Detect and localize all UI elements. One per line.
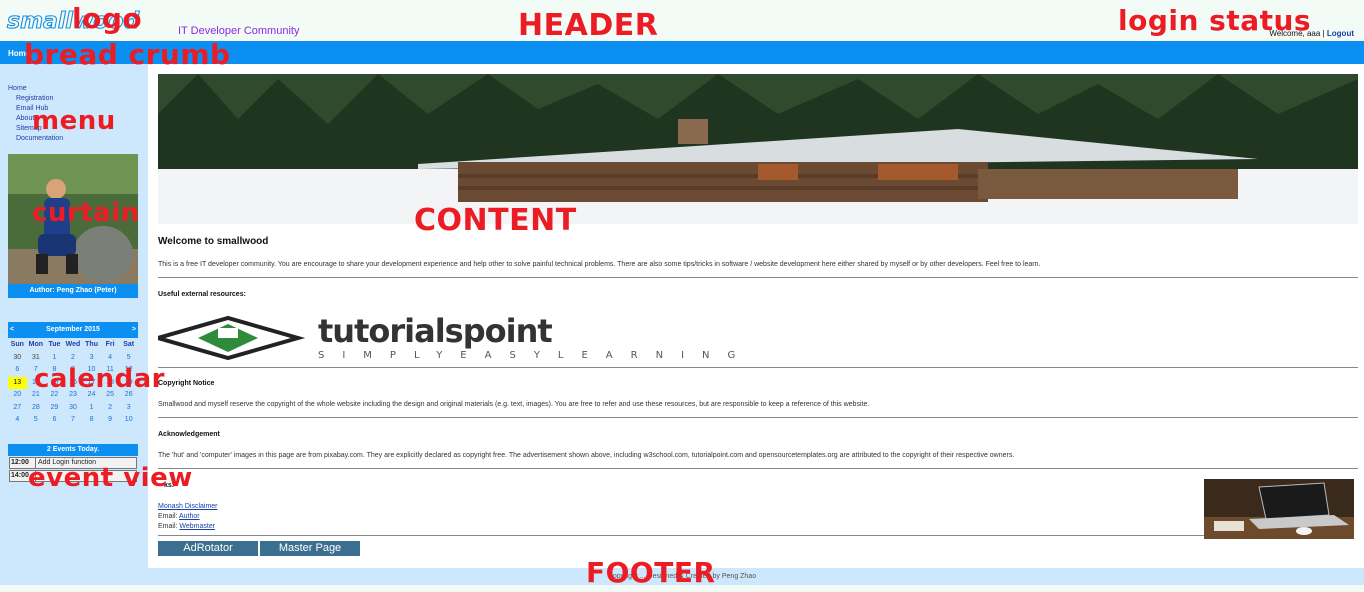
- tp-logo-text: tutorialspoint: [318, 314, 552, 350]
- calendar-day[interactable]: 27: [8, 402, 27, 415]
- calendar-header: < September 2015 >: [8, 322, 138, 338]
- calendar-day[interactable]: 1: [82, 402, 101, 415]
- calendar-day[interactable]: 1: [45, 352, 64, 365]
- calendar-dow: Sun: [10, 341, 24, 348]
- monash-disclaimer-link[interactable]: Monash Disclaimer: [158, 503, 218, 510]
- divider: [158, 367, 1358, 368]
- calendar-dow: Tue: [48, 341, 61, 348]
- divider: [158, 468, 1358, 469]
- calendar-day-today[interactable]: 13: [8, 376, 27, 389]
- calendar-dow: Mon: [28, 341, 44, 348]
- annotation-content: CONTENT: [414, 203, 577, 238]
- calendar-dow: Sat: [123, 341, 135, 348]
- annotation-menu: menu: [32, 106, 116, 136]
- calendar-day[interactable]: 3: [119, 402, 138, 415]
- annotation-curtain: curtain: [32, 198, 140, 228]
- annotation-login-status: login status: [1118, 4, 1312, 37]
- logout-link[interactable]: Logout: [1327, 29, 1354, 38]
- links-list: Monash Disclaimer Email: Author Email: W…: [158, 502, 218, 532]
- tp-tagline: SIMPLYEASYLEARNING: [318, 350, 753, 361]
- calendar-next-button[interactable]: >: [132, 322, 136, 338]
- divider: [158, 277, 1358, 278]
- copyright-text: Smallwood and myself reserve the copyrig…: [158, 401, 870, 408]
- acknowledgement-heading: Acknowledgement: [158, 431, 220, 438]
- calendar-day[interactable]: 8: [82, 414, 101, 427]
- calendar-day[interactable]: 30: [8, 352, 27, 365]
- main-content: Welcome to smallwood This is a free IT d…: [148, 64, 1364, 568]
- author-email-link[interactable]: Author: [179, 513, 200, 520]
- calendar-day[interactable]: 4: [101, 352, 120, 365]
- email-label: Email:: [158, 523, 178, 530]
- intro-text: This is a free IT developer community. Y…: [158, 261, 1041, 268]
- laptop-image: [1204, 479, 1354, 539]
- calendar-day[interactable]: 30: [64, 402, 83, 415]
- master-page-button[interactable]: Master Page: [260, 541, 360, 556]
- calendar-day[interactable]: 3: [82, 352, 101, 365]
- annotation-footer: FOOTER: [586, 556, 716, 589]
- login-separator: |: [1322, 29, 1325, 38]
- annotation-event-view: event view: [28, 463, 193, 493]
- calendar-dow: Thu: [85, 341, 98, 348]
- hut-banner-image: [158, 74, 1358, 224]
- calendar-day[interactable]: 31: [27, 352, 46, 365]
- annotation-breadcrumb: bread crumb: [24, 38, 231, 71]
- divider: [158, 535, 1204, 536]
- copyright-heading: Copyright Notice: [158, 380, 215, 387]
- calendar-day[interactable]: 2: [64, 352, 83, 365]
- resources-heading: Useful external resources:: [158, 291, 246, 298]
- tutorialspoint-ad[interactable]: tutorialspoint SIMPLYEASYLEARNING: [158, 314, 878, 362]
- calendar-month-title: September 2015: [46, 326, 100, 333]
- webmaster-email-link[interactable]: Webmaster: [179, 523, 215, 530]
- welcome-heading: Welcome to smallwood: [158, 236, 269, 247]
- calendar-day[interactable]: 4: [8, 414, 27, 427]
- menu-item-registration[interactable]: Registration: [8, 94, 63, 104]
- menu-item-home[interactable]: Home: [8, 84, 63, 94]
- acknowledgement-text: The 'hut' and 'computer' images in this …: [158, 452, 1015, 459]
- calendar-day[interactable]: 2: [101, 402, 120, 415]
- calendar-prev-button[interactable]: <: [10, 322, 14, 338]
- email-label: Email:: [158, 513, 178, 520]
- calendar-day[interactable]: 20: [8, 389, 27, 402]
- calendar-day[interactable]: 29: [45, 402, 64, 415]
- author-caption: Author: Peng Zhao (Peter): [8, 284, 138, 298]
- calendar-dow: Wed: [65, 341, 81, 348]
- annotation-header: HEADER: [518, 8, 659, 43]
- calendar-dow: Fri: [105, 341, 115, 348]
- calendar-day[interactable]: 5: [27, 414, 46, 427]
- annotation-calendar: calendar: [34, 364, 165, 394]
- calendar-day[interactable]: 28: [27, 402, 46, 415]
- calendar-day[interactable]: 6: [8, 364, 27, 377]
- calendar-day[interactable]: 9: [101, 414, 120, 427]
- adrotator-button[interactable]: AdRotator: [158, 541, 258, 556]
- annotation-logo: logo: [72, 2, 143, 35]
- calendar-day[interactable]: 6: [45, 414, 64, 427]
- calendar-day[interactable]: 7: [64, 414, 83, 427]
- calendar-day[interactable]: 10: [119, 414, 138, 427]
- calendar-day[interactable]: 5: [119, 352, 138, 365]
- site-tagline: IT Developer Community: [178, 25, 300, 37]
- divider: [158, 417, 1358, 418]
- events-title: 2 Events Today.: [8, 444, 138, 456]
